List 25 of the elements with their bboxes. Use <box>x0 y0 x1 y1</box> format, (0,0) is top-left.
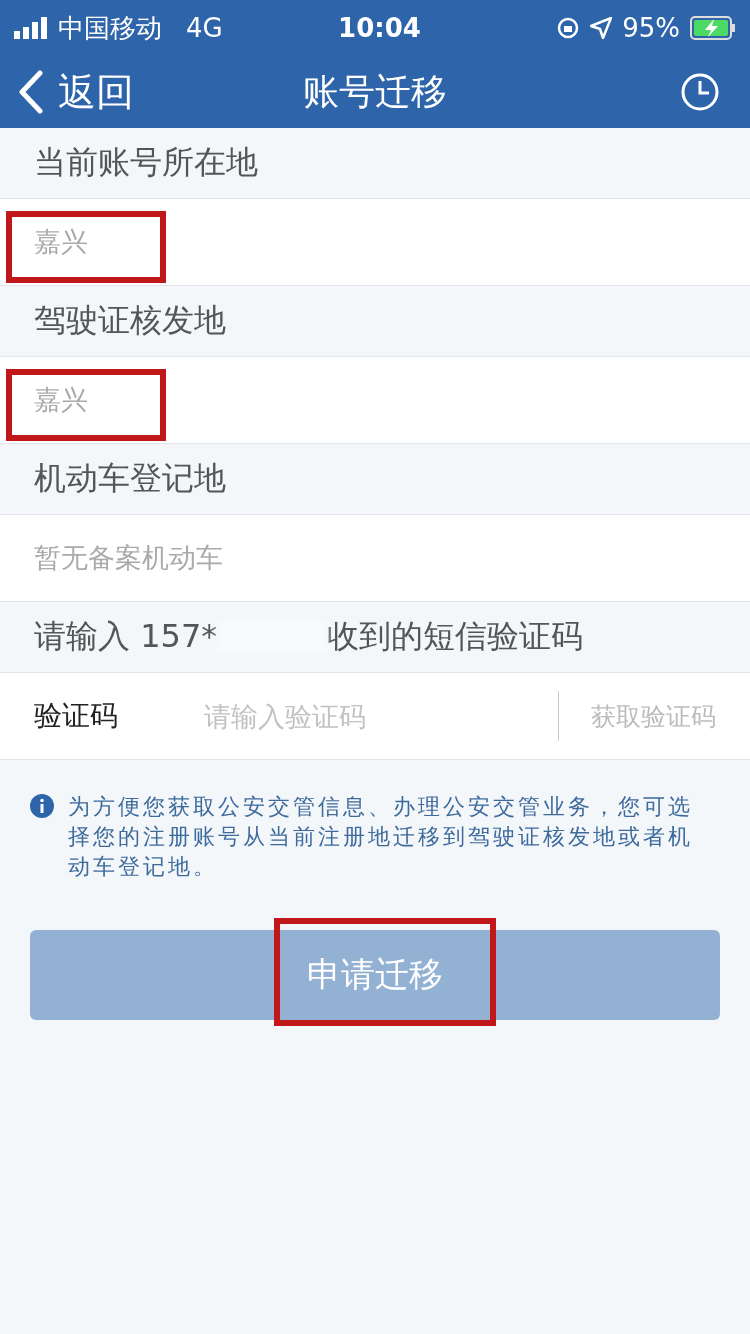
section-label: 当前账号所在地 <box>34 142 258 183</box>
info-text: 为方便您获取公安交管信息、办理公安交管业务，您可选择您的注册账号从当前注册地迁移到驾驶证核发地或者机动车登记地。 <box>68 793 694 881</box>
code-label: 验证码 <box>34 698 119 734</box>
sms-prompt: 收到的短信验证码 <box>327 616 584 657</box>
clock-icon[interactable] <box>680 72 720 112</box>
location-value: 暂无备案机动车 <box>34 541 223 575</box>
back-button[interactable]: 返回 <box>18 66 134 118</box>
location-value: 嘉兴 <box>34 225 88 259</box>
get-code-button[interactable]: 获取验证码 <box>591 699 716 733</box>
location-value: 嘉兴 <box>34 383 88 417</box>
info-icon <box>30 794 54 818</box>
section-label: 驾驶证核发地 <box>34 300 226 341</box>
carrier-name: 中国移动 <box>58 11 162 45</box>
section-label: 机动车登记地 <box>34 458 226 499</box>
signal-icon <box>14 17 48 39</box>
orientation-lock-icon <box>556 16 581 40</box>
battery-percent: 95% <box>622 13 680 43</box>
clock-time: 10:04 <box>338 13 421 43</box>
battery-charging-icon <box>690 16 736 40</box>
sms-prompt: 请输入 157* <box>34 616 218 657</box>
chevron-left-icon <box>18 70 44 114</box>
page-title: 账号迁移 <box>303 70 447 112</box>
location-arrow-icon <box>590 17 613 39</box>
code-input[interactable]: 请输入验证码 <box>202 699 558 733</box>
network-type: 4G <box>186 13 223 43</box>
